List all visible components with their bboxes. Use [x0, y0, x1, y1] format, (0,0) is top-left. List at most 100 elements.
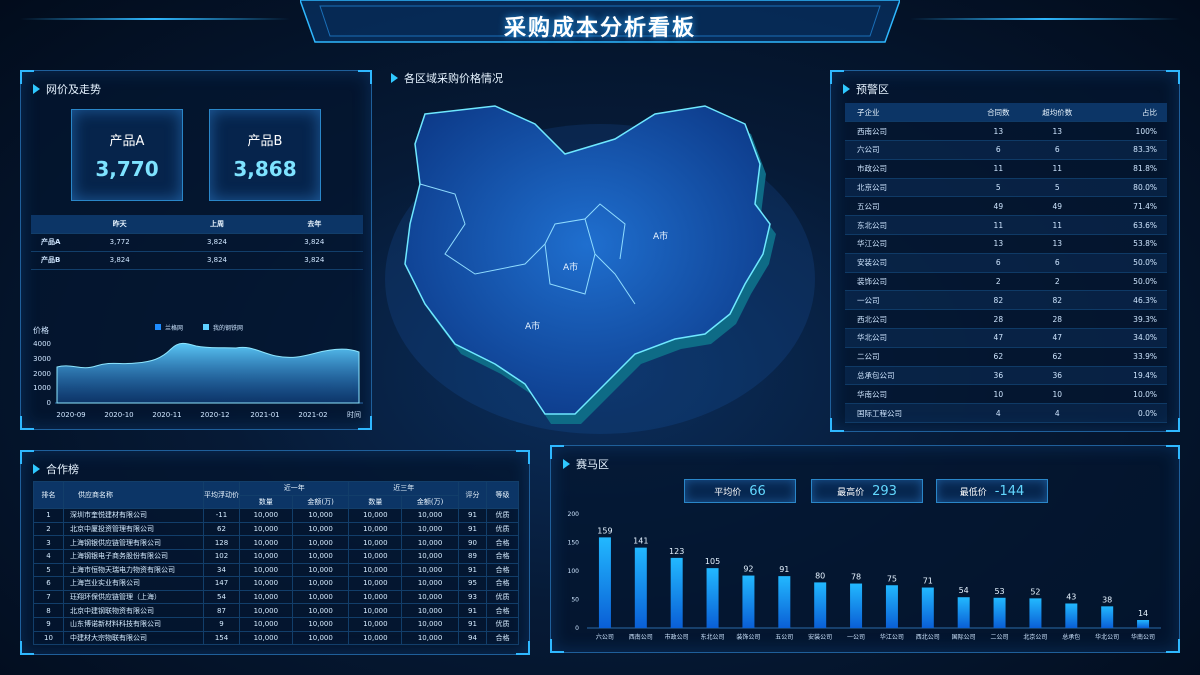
area-series	[56, 342, 360, 404]
legend-swatch-1	[155, 324, 161, 330]
category-label: 华南公司	[1131, 633, 1155, 641]
bar-value-label: 92	[743, 565, 753, 574]
arrow-icon	[843, 84, 850, 94]
arrow-icon	[391, 73, 398, 83]
table-row: 西北公司 28 28 39.3%	[845, 309, 1167, 330]
bar-value-label: 123	[669, 547, 684, 556]
product-b-card[interactable]: 产品B 3,868	[209, 109, 321, 201]
region-map[interactable]: A市 A市 A市	[385, 84, 815, 444]
stat-average: 平均价 66	[684, 479, 796, 503]
category-label: 西南公司	[629, 633, 653, 641]
table-header: 数量	[348, 494, 403, 510]
product-name: 产品B	[247, 134, 283, 149]
table-header: 昨天	[71, 215, 169, 234]
arrow-icon	[33, 464, 40, 474]
bar-value-label: 75	[887, 574, 897, 583]
bar[interactable]	[1065, 603, 1078, 628]
product-price: 3,770	[95, 157, 159, 181]
table-row: 6 上海岂业实业有限公司 147 10,000 10,000 10,000 10,000 95…	[33, 576, 519, 591]
bar-value-label: 52	[1030, 587, 1040, 596]
header: 采购成本分析看板	[300, 0, 900, 50]
y-tick: 0	[575, 625, 579, 632]
table-row: 市政公司 11 11 81.8%	[845, 159, 1167, 179]
category-label: 华北公司	[1095, 633, 1119, 641]
category-label: 西北公司	[916, 633, 940, 641]
x-axis-label: 时间	[347, 410, 361, 419]
bar[interactable]	[706, 568, 719, 628]
legend-label-2: 我的钢铁网	[213, 324, 243, 332]
price-trend-chart: 价格 兰格网 我的钢铁网 4000 3000 2000 1000 0 2020-…	[33, 324, 363, 419]
category-label: 东北公司	[701, 633, 725, 641]
x-tick: 2021-02	[298, 411, 327, 419]
race-bar-chart: 200 150 100 50 0 159 六公司 141 西南公司 123 市政公司 105 东北公司 9…	[568, 511, 1161, 641]
table-header: 供应商名称	[63, 480, 204, 510]
table-header: 金额(万)	[291, 494, 350, 510]
bar[interactable]	[1137, 620, 1150, 628]
product-price: 3,868	[233, 157, 297, 181]
table-header: 近一年	[238, 481, 350, 496]
table-row: 东北公司 11 11 63.6%	[845, 215, 1167, 236]
bar-value-label: 105	[705, 557, 720, 566]
table-header: 等级	[486, 480, 519, 510]
table-row: 4 上海钢银电子商务股份有限公司 102 10,000 10,000 10,000 10,0…	[33, 548, 519, 564]
legend-label-1: 兰格网	[165, 324, 183, 332]
y-tick: 0	[47, 399, 51, 407]
bar-value-label: 71	[923, 577, 933, 586]
table-header: 子企业	[845, 103, 974, 123]
product-a-card[interactable]: 产品A 3,770	[71, 109, 183, 201]
y-tick: 2000	[33, 370, 51, 378]
arrow-icon	[563, 459, 570, 469]
stat-max: 最高价 293	[811, 479, 923, 503]
bar[interactable]	[742, 575, 755, 628]
cooperation-panel-title: 合作榜	[33, 461, 79, 477]
map-label: A市	[525, 320, 540, 332]
category-label: 华江公司	[880, 633, 904, 641]
bar-value-label: 14	[1138, 609, 1148, 618]
y-tick: 100	[568, 568, 580, 575]
x-tick: 2020-12	[200, 411, 229, 419]
table-header: 上周	[168, 215, 266, 234]
cooperation-panel: 合作榜 排名 供应商名称 平均浮动价 近一年 近三年 评分 等级 数量 金额(万…	[20, 450, 530, 655]
page-title: 采购成本分析看板	[503, 16, 696, 41]
bar-value-label: 43	[1066, 592, 1076, 601]
price-panel: 网价及走势 产品A 3,770 产品B 3,868 昨天 上周 去年 产品A 3…	[20, 70, 372, 430]
table-row: 装饰公司 2 2 50.0%	[845, 272, 1167, 292]
table-row: 六公司 6 6 83.3%	[845, 140, 1167, 160]
table-header: 去年	[265, 215, 363, 234]
bar[interactable]	[814, 582, 827, 628]
category-label: 一公司	[847, 634, 865, 641]
bar[interactable]	[1101, 606, 1114, 628]
table-row: 8 北京中建钢联物资有限公司 87 10,000 10,000 10,000 10,000 9…	[33, 603, 519, 618]
bar[interactable]	[850, 583, 863, 628]
bar[interactable]	[957, 597, 970, 628]
bar[interactable]	[778, 576, 791, 628]
table-header: 数量	[239, 494, 293, 510]
category-label: 二公司	[991, 634, 1009, 641]
table-header: 评分	[458, 480, 487, 510]
map-label: A市	[563, 261, 578, 273]
table-header: 占比	[1090, 103, 1167, 123]
bar[interactable]	[993, 597, 1006, 628]
table-row: 安装公司 6 6 50.0%	[845, 253, 1167, 273]
bar[interactable]	[598, 537, 611, 628]
table-row: 五公司 49 49 71.4%	[845, 196, 1167, 217]
bar[interactable]	[885, 585, 898, 628]
table-row: 1 深圳市奎悦建材有限公司 -11 10,000 10,000 10,000 10,000 9…	[33, 508, 519, 523]
category-label: 总承包	[1062, 633, 1080, 641]
table-header: 金额(万)	[401, 494, 459, 510]
bar[interactable]	[670, 557, 683, 628]
table-row: 西南公司 13 13 100%	[845, 121, 1167, 142]
table-header: 平均浮动价	[203, 480, 240, 510]
bar-value-label: 38	[1102, 595, 1112, 604]
bar[interactable]	[634, 547, 647, 628]
table-header: 排名	[33, 480, 64, 510]
product-name: 产品A	[109, 134, 145, 149]
bar[interactable]	[921, 587, 934, 628]
price-compare-table: 昨天 上周 去年 产品A 3,772 3,824 3,824 产品B 3,824…	[31, 215, 363, 270]
warning-table: 子企业 合同数 超均价数 占比 西南公司 13 13 100% 六公司 6 6 83.3% 市政…	[845, 103, 1167, 424]
x-tick: 2020-09	[56, 411, 85, 419]
bar-value-label: 78	[851, 573, 861, 582]
bar[interactable]	[1029, 598, 1042, 628]
map-section: 各区域采购价格情况 A市 A市 A市	[385, 64, 815, 434]
table-header	[31, 215, 71, 234]
